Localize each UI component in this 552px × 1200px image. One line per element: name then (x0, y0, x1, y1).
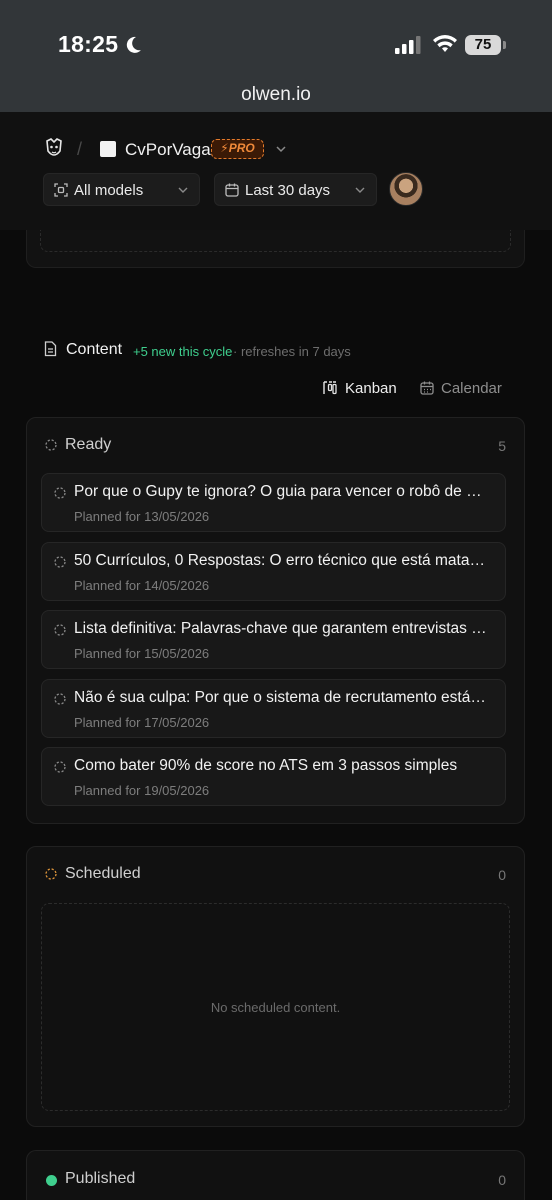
scheduled-title: Scheduled (65, 865, 141, 882)
new-this-cycle: +5 new this cycle (133, 344, 233, 359)
app-header (0, 112, 552, 230)
dashed-circle-icon (54, 761, 66, 773)
empty-state-text: No scheduled content. (210, 1000, 341, 1015)
content-card-date: Planned for 19/05/2026 (74, 783, 210, 798)
dashed-circle-icon (54, 624, 66, 636)
published-column: Published 0 (26, 1150, 525, 1200)
dashed-circle-icon (54, 487, 66, 499)
kanban-icon (323, 381, 337, 395)
scheduled-column: Scheduled 0 No scheduled content. (26, 846, 525, 1127)
kanban-label: Kanban (345, 380, 397, 397)
wifi-icon (433, 35, 457, 52)
content-card-date: Planned for 14/05/2026 (74, 578, 210, 593)
content-card-date: Planned for 15/05/2026 (74, 646, 210, 661)
content-card[interactable]: Como bater 90% de score no ATS em 3 pass… (41, 747, 506, 806)
calendar-icon (420, 381, 434, 395)
date-range-select[interactable]: Last 30 days (214, 173, 377, 206)
dashed-circle-icon (45, 439, 57, 451)
pro-badge: ⚡PRO (211, 139, 264, 159)
chevron-down-icon (178, 187, 188, 193)
content-card-title: Lista definitiva: Palavras-chave que gar… (74, 620, 487, 637)
status-time: 18:25 (58, 31, 119, 57)
url-bar[interactable]: olwen.io (0, 84, 552, 106)
avatar[interactable] (389, 172, 423, 206)
content-card-date: Planned for 17/05/2026 (74, 715, 210, 730)
ready-title: Ready (65, 436, 112, 453)
content-card-title: Não é sua culpa: Por que o sistema de re… (74, 689, 490, 706)
date-range-label: Last 30 days (245, 182, 331, 199)
content-card[interactable]: 50 Currículos, 0 Respostas: O erro técni… (41, 542, 506, 601)
models-select[interactable]: All models (43, 173, 200, 206)
scheduled-count: 0 (498, 867, 506, 883)
logo-icon[interactable] (44, 138, 64, 160)
project-name[interactable]: CvPorVaga (125, 140, 211, 160)
document-icon (44, 341, 57, 357)
models-icon (54, 183, 68, 197)
dashed-circle-icon (54, 556, 66, 568)
content-card-title: Como bater 90% de score no ATS em 3 pass… (74, 757, 458, 774)
breadcrumb-separator: / (77, 139, 83, 159)
calendar-label: Calendar (441, 380, 502, 397)
scheduled-empty-state: No scheduled content. (41, 903, 510, 1111)
content-card-title: Por que o Gupy te ignora? O guia para ve… (74, 483, 490, 500)
content-card[interactable]: Lista definitiva: Palavras-chave que gar… (41, 610, 506, 669)
content-card[interactable]: Não é sua culpa: Por que o sistema de re… (41, 679, 506, 738)
content-card[interactable]: Por que o Gupy te ignora? O guia para ve… (41, 473, 506, 532)
moon-icon (126, 36, 141, 53)
content-title: Content (66, 341, 123, 358)
content-card-date: Planned for 13/05/2026 (74, 509, 210, 524)
dashed-circle-icon (45, 868, 57, 880)
chevron-down-icon (355, 187, 365, 193)
published-status-dot (46, 1175, 57, 1186)
ready-column: Ready 5 Por que o Gupy te ignora? O guia… (26, 417, 525, 824)
project-icon (100, 141, 116, 157)
refresh-info: · refreshes in 7 days (233, 344, 351, 359)
chevron-down-icon[interactable] (275, 144, 287, 154)
battery-indicator: 75 (465, 35, 501, 55)
ready-count: 5 (498, 438, 506, 454)
content-card-title: 50 Currículos, 0 Respostas: O erro técni… (74, 552, 485, 569)
battery-cap (503, 41, 506, 49)
calendar-icon (225, 183, 239, 197)
published-count: 0 (498, 1172, 506, 1188)
previous-card-dashed-box (40, 230, 511, 252)
published-title: Published (65, 1170, 136, 1187)
models-select-label: All models (74, 182, 144, 199)
signal-icon (395, 36, 421, 54)
dashed-circle-icon (54, 693, 66, 705)
